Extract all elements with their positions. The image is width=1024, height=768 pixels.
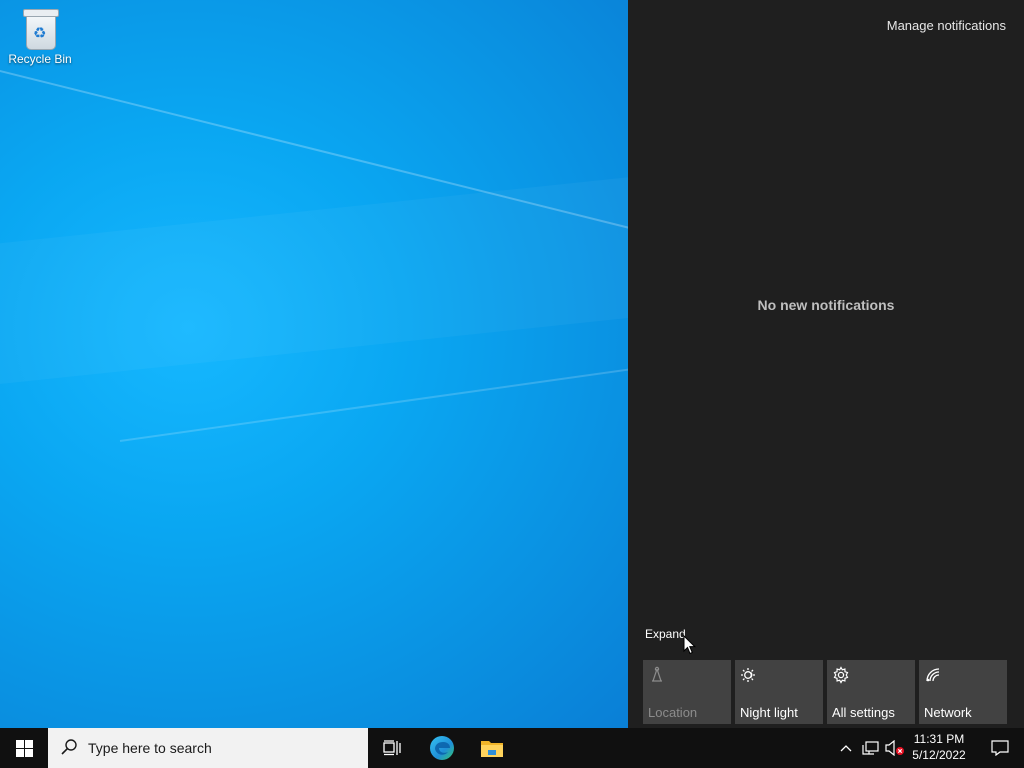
taskbar-search-box[interactable]: Type here to search: [48, 728, 368, 768]
windows-logo-icon: [15, 739, 33, 757]
gear-icon: [833, 666, 849, 684]
action-center-panel: Manage notifications No new notification…: [628, 0, 1024, 728]
manage-notifications-link[interactable]: Manage notifications: [887, 18, 1006, 33]
edge-icon: [430, 736, 454, 760]
network-wired-icon: [862, 741, 879, 755]
desktop-icon-recycle-bin[interactable]: ♻ Recycle Bin: [6, 6, 74, 66]
no-notifications-message: No new notifications: [757, 297, 895, 313]
chevron-up-icon: [840, 745, 852, 752]
notification-icon: [991, 740, 1009, 756]
quick-action-night-light[interactable]: Night light: [735, 660, 823, 724]
network-icon: [926, 668, 940, 682]
quick-actions: Location Night light All settings Networ…: [643, 660, 1007, 724]
show-hidden-icons-button[interactable]: [835, 736, 857, 760]
quick-action-label: All settings: [832, 705, 895, 720]
mouse-cursor-icon: [683, 635, 697, 655]
taskbar-clock[interactable]: 11:31 PM 5/12/2022: [904, 728, 974, 768]
search-placeholder: Type here to search: [88, 740, 212, 756]
quick-action-label: Network: [924, 705, 972, 720]
volume-tray-button[interactable]: [884, 736, 906, 760]
folder-icon: [481, 741, 503, 757]
quick-action-label: Location: [648, 705, 698, 720]
action-center-button[interactable]: [976, 728, 1024, 768]
clock-date: 5/12/2022: [912, 748, 966, 762]
taskbar: Type here to search 11:31 PM 5/12/2022: [0, 728, 1024, 768]
quick-action-location[interactable]: Location: [643, 660, 731, 724]
search-icon: [61, 739, 77, 755]
network-tray-button[interactable]: [860, 736, 882, 760]
location-icon: [652, 666, 662, 682]
file-explorer-button[interactable]: [468, 728, 516, 768]
desktop-background: ♻ Recycle Bin: [0, 0, 628, 728]
wallpaper-light-ray: [119, 362, 628, 442]
speaker-muted-icon: [885, 740, 904, 756]
task-view-button[interactable]: [368, 728, 416, 768]
recycle-bin-icon: ♻: [20, 6, 60, 50]
desktop-icon-label: Recycle Bin: [8, 52, 72, 66]
quick-action-all-settings[interactable]: All settings: [827, 660, 915, 724]
quick-action-label: Night light: [740, 705, 798, 720]
quick-action-network[interactable]: Network: [919, 660, 1007, 724]
edge-taskbar-button[interactable]: [418, 728, 466, 768]
start-button[interactable]: [0, 728, 48, 768]
clock-time: 11:31 PM: [913, 732, 965, 746]
task-view-icon: [383, 740, 401, 756]
night-light-icon: [741, 668, 755, 682]
expand-link[interactable]: Expand: [645, 627, 686, 641]
